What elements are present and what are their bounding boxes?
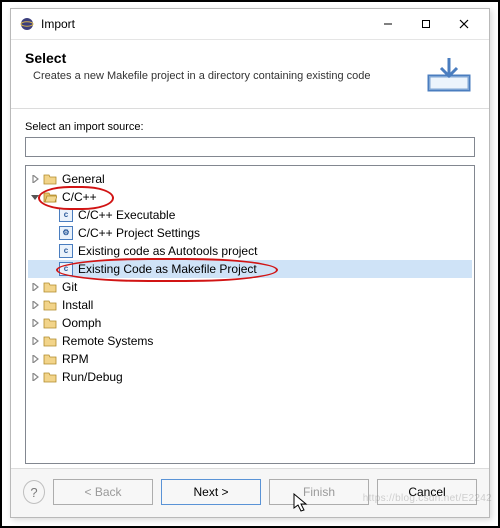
tree-folder[interactable]: Git [28,278,472,296]
tree-node-label: C/C++ Project Settings [78,224,200,242]
tree-node-label: Existing code as Autotools project [78,242,257,260]
tree-folder[interactable]: General [28,170,472,188]
tree-node-label: RPM [62,350,89,368]
tree-node-label: Git [62,278,77,296]
filter-input[interactable] [25,137,475,157]
tree-folder[interactable]: Install [28,296,472,314]
chevron-right-icon[interactable] [28,337,42,345]
outer-frame: Import Select Creates a new Makefile pro… [0,0,500,528]
import-source-label: Select an import source: [25,121,475,133]
titlebar: Import [11,9,489,40]
settings-file-icon: ⚙ [58,225,74,241]
chevron-down-icon[interactable] [28,193,42,201]
tree-node-label: Install [62,296,93,314]
tree-scroll[interactable]: GeneralC/C++cC/C++ Executable⚙C/C++ Proj… [25,165,475,464]
tree-folder[interactable]: RPM [28,350,472,368]
chevron-right-icon[interactable] [28,175,42,183]
folder-icon [42,297,58,313]
window-title: Import [41,17,369,31]
back-button[interactable]: < Back [53,479,153,505]
c-file-icon: c [58,207,74,223]
tree-node-label: Existing Code as Makefile Project [78,260,257,278]
import-tree: GeneralC/C++cC/C++ Executable⚙C/C++ Proj… [26,166,474,390]
tree-node-label: General [62,170,105,188]
folder-icon [42,333,58,349]
tree-node-label: Oomph [62,314,101,332]
maximize-button[interactable] [407,10,445,38]
folder-icon [42,351,58,367]
tree-node-label: C/C++ Executable [78,206,175,224]
wizard-description: Creates a new Makefile project in a dire… [33,70,415,82]
tree-node-label: Run/Debug [62,368,123,386]
wizard-footer: ? < Back Next > Finish Cancel [11,468,489,517]
chevron-right-icon[interactable] [28,301,42,309]
tree-item[interactable]: cC/C++ Executable [28,206,472,224]
eclipse-icon [19,16,35,32]
close-button[interactable] [445,10,483,38]
tree-folder[interactable]: Oomph [28,314,472,332]
folder-icon [42,369,58,385]
wizard-body: Select an import source: GeneralC/C++cC/… [11,109,489,468]
tree-item[interactable]: cExisting code as Autotools project [28,242,472,260]
tree-node-label: Remote Systems [62,332,153,350]
c-file-icon: c [58,243,74,259]
tree-node-label: C/C++ [62,188,97,206]
finish-button[interactable]: Finish [269,479,369,505]
wizard-header: Select Creates a new Makefile project in… [11,40,489,109]
folder-icon [42,171,58,187]
folder-icon [42,315,58,331]
chevron-right-icon[interactable] [28,283,42,291]
chevron-right-icon[interactable] [28,319,42,327]
c-file-icon: c [58,261,74,277]
tree-folder[interactable]: C/C++ [28,188,472,206]
wizard-header-text: Select Creates a new Makefile project in… [25,50,415,82]
tree-folder[interactable]: Run/Debug [28,368,472,386]
cancel-button[interactable]: Cancel [377,479,477,505]
help-button[interactable]: ? [23,480,45,504]
import-icon [423,56,475,94]
tree-item[interactable]: cExisting Code as Makefile Project [28,260,472,278]
tree-item[interactable]: ⚙C/C++ Project Settings [28,224,472,242]
import-dialog: Import Select Creates a new Makefile pro… [10,8,490,518]
chevron-right-icon[interactable] [28,373,42,381]
wizard-title: Select [25,50,415,66]
chevron-right-icon[interactable] [28,355,42,363]
next-button[interactable]: Next > [161,479,261,505]
tree-folder[interactable]: Remote Systems [28,332,472,350]
folder-icon [42,279,58,295]
folder-open-icon [42,189,58,205]
minimize-button[interactable] [369,10,407,38]
